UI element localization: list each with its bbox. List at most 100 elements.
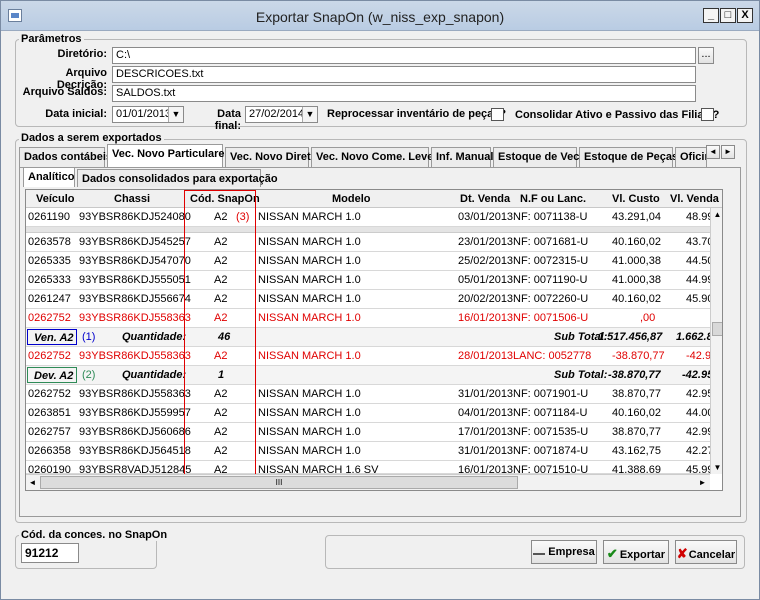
- data-inicial-input[interactable]: 01/01/2013 ▼: [112, 106, 184, 123]
- table-row[interactable]: 0260190 93YBSR8VADJ512845 A2 NISSAN MARC…: [26, 461, 710, 474]
- table-row[interactable]: 0266358 93YBSR86KDJ564518 A2 NISSAN MARC…: [26, 442, 714, 461]
- cell-dt-venda: 31/01/2013: [458, 388, 514, 400]
- subtab-analitico[interactable]: Analítico: [23, 167, 75, 187]
- tab-estoque-pecas[interactable]: Estoque de Peças: [579, 147, 678, 167]
- export-group-label: Dados a serem exportados: [19, 132, 164, 144]
- cell-nf: NF: 0071138-U: [513, 211, 588, 223]
- exportar-button[interactable]: ✔ Exportar: [603, 540, 669, 564]
- ven-qty: 46: [218, 331, 231, 343]
- horizontal-scroll-thumb[interactable]: III: [40, 476, 518, 489]
- cell-veiculo: 0261247: [28, 293, 71, 305]
- vertical-scrollbar[interactable]: ▲ ▼: [710, 208, 722, 474]
- reprocessar-checkbox[interactable]: [491, 108, 504, 121]
- cell-modelo: NISSAN MARCH 1.0: [258, 426, 361, 438]
- dev-subtotal-custo: -38.870,77: [608, 369, 661, 381]
- dev-qty: 1: [218, 369, 225, 381]
- cell-custo: 40.160,02: [612, 236, 661, 248]
- summary-row-ven[interactable]: Ven. A2 (1) Quantidade: 46 Sub Total: 1.…: [26, 328, 719, 347]
- chevron-down-icon[interactable]: ▼: [168, 107, 183, 122]
- scroll-left-icon[interactable]: ◄: [26, 476, 39, 489]
- cell-nf: NF: 0071184-U: [513, 407, 588, 419]
- cell-dt-venda: 17/01/2013: [458, 426, 514, 438]
- tab-estoque-vec[interactable]: Estoque de Vec.: [493, 147, 582, 167]
- cell-modelo: NISSAN MARCH 1.6 SV: [258, 464, 379, 474]
- tab-inf-manual[interactable]: Inf. Manual: [431, 147, 493, 167]
- cell-venda: 45.99: [686, 464, 710, 474]
- cell-cod: A2: [214, 255, 228, 267]
- table-row[interactable]: 0262752 93YBSR86KDJ558363 A2 NISSAN MARC…: [26, 309, 710, 328]
- minimize-button[interactable]: _: [703, 8, 719, 23]
- diretorio-input[interactable]: C:\: [112, 47, 696, 64]
- tab-prev-button[interactable]: ◄: [706, 145, 720, 159]
- data-grid: Veículo Chassi Cód. SnapOn Modelo Dt. Ve…: [25, 189, 723, 491]
- subtab-consolidados[interactable]: Dados consolidados para exportação: [77, 169, 278, 187]
- col-modelo[interactable]: Modelo: [332, 193, 371, 205]
- table-row[interactable]: 0263578 93YBSR86KDJ545257 A2 NISSAN MARC…: [26, 233, 714, 252]
- cell-nf: NF: 0071506-U: [513, 312, 589, 324]
- scroll-right-icon[interactable]: ►: [696, 476, 709, 489]
- summary-row-dev[interactable]: Dev. A2 (2) Quantidade: 1 Sub Total: -38…: [26, 366, 713, 385]
- tab-vec-novo-particulares[interactable]: Vec. Novo Particulares: [107, 144, 231, 168]
- col-vl-custo[interactable]: Vl. Custo: [612, 193, 660, 205]
- col-cod-snapon[interactable]: Cód. SnapOn: [190, 193, 260, 205]
- horizontal-scrollbar[interactable]: ◄ III ►: [26, 474, 710, 490]
- saldos-input[interactable]: SALDOS.txt: [112, 85, 696, 102]
- table-row[interactable]: 0262752 93YBSR86KDJ558363 A2 NISSAN MARC…: [26, 347, 717, 366]
- tab-oficina[interactable]: Oficin: [675, 147, 707, 167]
- cell-chassi: 93YBSR86KDJ524080: [79, 211, 191, 223]
- col-nf-lanc[interactable]: N.F ou Lanc.: [520, 193, 586, 205]
- table-row[interactable]: 0265335 93YBSR86KDJ547070 A2 NISSAN MARC…: [26, 252, 714, 271]
- cell-custo: 41.000,38: [612, 255, 661, 267]
- tab-next-button[interactable]: ►: [721, 145, 735, 159]
- cell-modelo: NISSAN MARCH 1.0: [258, 407, 361, 419]
- close-button[interactable]: X: [737, 8, 753, 23]
- cell-dt-venda: 05/01/2013: [458, 274, 514, 286]
- cell-cod: A2: [214, 236, 228, 248]
- maximize-button[interactable]: □: [720, 8, 736, 23]
- dev-subtotal-label: Sub Total:: [554, 369, 608, 381]
- cell-chassi: 93YBSR86KDJ555051: [79, 274, 191, 286]
- table-row[interactable]: 0265333 93YBSR86KDJ555051 A2 NISSAN MARC…: [26, 271, 714, 290]
- ven-qty-label: Quantidade:: [122, 331, 187, 343]
- tab-vec-novo-direta[interactable]: Vec. Novo Direta: [225, 147, 317, 167]
- col-vl-venda[interactable]: Vl. Venda: [670, 193, 719, 205]
- table-row[interactable]: 0262752 93YBSR86KDJ558363 A2 NISSAN MARC…: [26, 385, 714, 404]
- consolidar-checkbox[interactable]: [701, 108, 714, 121]
- cell-chassi: 93YBSR86KDJ556674: [79, 293, 191, 305]
- cell-custo: 41.388,69: [612, 464, 661, 474]
- cancelar-button[interactable]: ✘Cancelar: [675, 540, 737, 564]
- cell-chassi: 93YBSR86KDJ545257: [79, 236, 191, 248]
- cell-dt-venda: 03/01/2013: [458, 211, 514, 223]
- col-veiculo[interactable]: Veículo: [36, 193, 75, 205]
- cod-group-label: Cód. da conces. no SnapOn: [19, 529, 170, 541]
- chevron-down-icon[interactable]: ▼: [302, 107, 317, 122]
- scroll-down-icon[interactable]: ▼: [711, 461, 722, 474]
- cell-veiculo: 0263578: [28, 236, 71, 248]
- tab-vec-novo-come-leves[interactable]: Vec. Novo Come. Leves: [311, 147, 440, 167]
- cell-veiculo: 0260190: [28, 464, 71, 474]
- col-chassi[interactable]: Chassi: [114, 193, 150, 205]
- cod-input[interactable]: 91212: [21, 543, 79, 563]
- table-row[interactable]: 0263851 93YBSR86KDJ559957 A2 NISSAN MARC…: [26, 404, 714, 423]
- data-final-value: 27/02/2014: [249, 108, 305, 120]
- tab-dados-contabeis[interactable]: Dados contábeis: [19, 147, 112, 167]
- cell-cod: A2: [214, 211, 228, 223]
- cancelar-button-label: Cancelar: [688, 549, 736, 561]
- table-row[interactable]: 0261247 93YBSR86KDJ556674 A2 NISSAN MARC…: [26, 290, 714, 309]
- table-row[interactable]: 0261190 93YBSR86KDJ524080 A2 (3) NISSAN …: [26, 208, 714, 227]
- vertical-scroll-thumb[interactable]: [712, 322, 722, 336]
- descricao-input[interactable]: DESCRICOES.txt: [112, 66, 696, 83]
- browse-button[interactable]: ...: [698, 47, 714, 64]
- col-dt-venda[interactable]: Dt. Venda: [460, 193, 510, 205]
- cell-chassi: 93YBSR86KDJ560686: [79, 426, 191, 438]
- data-final-label: Data final:: [214, 108, 241, 132]
- cell-dt-venda: 04/01/2013: [458, 407, 514, 419]
- cell-chassi: 93YBSR86KDJ558363: [79, 312, 191, 324]
- data-final-input[interactable]: 27/02/2014 ▼: [245, 106, 318, 123]
- dev-label: Dev. A2: [27, 367, 77, 383]
- reprocessar-label: Reprocessar inventário de peças?: [327, 108, 507, 120]
- cell-custo: -38.870,77: [612, 350, 665, 362]
- empresa-button[interactable]: Empresa: [531, 540, 597, 564]
- scroll-up-icon[interactable]: ▲: [711, 208, 722, 221]
- table-row[interactable]: 0262757 93YBSR86KDJ560686 A2 NISSAN MARC…: [26, 423, 714, 442]
